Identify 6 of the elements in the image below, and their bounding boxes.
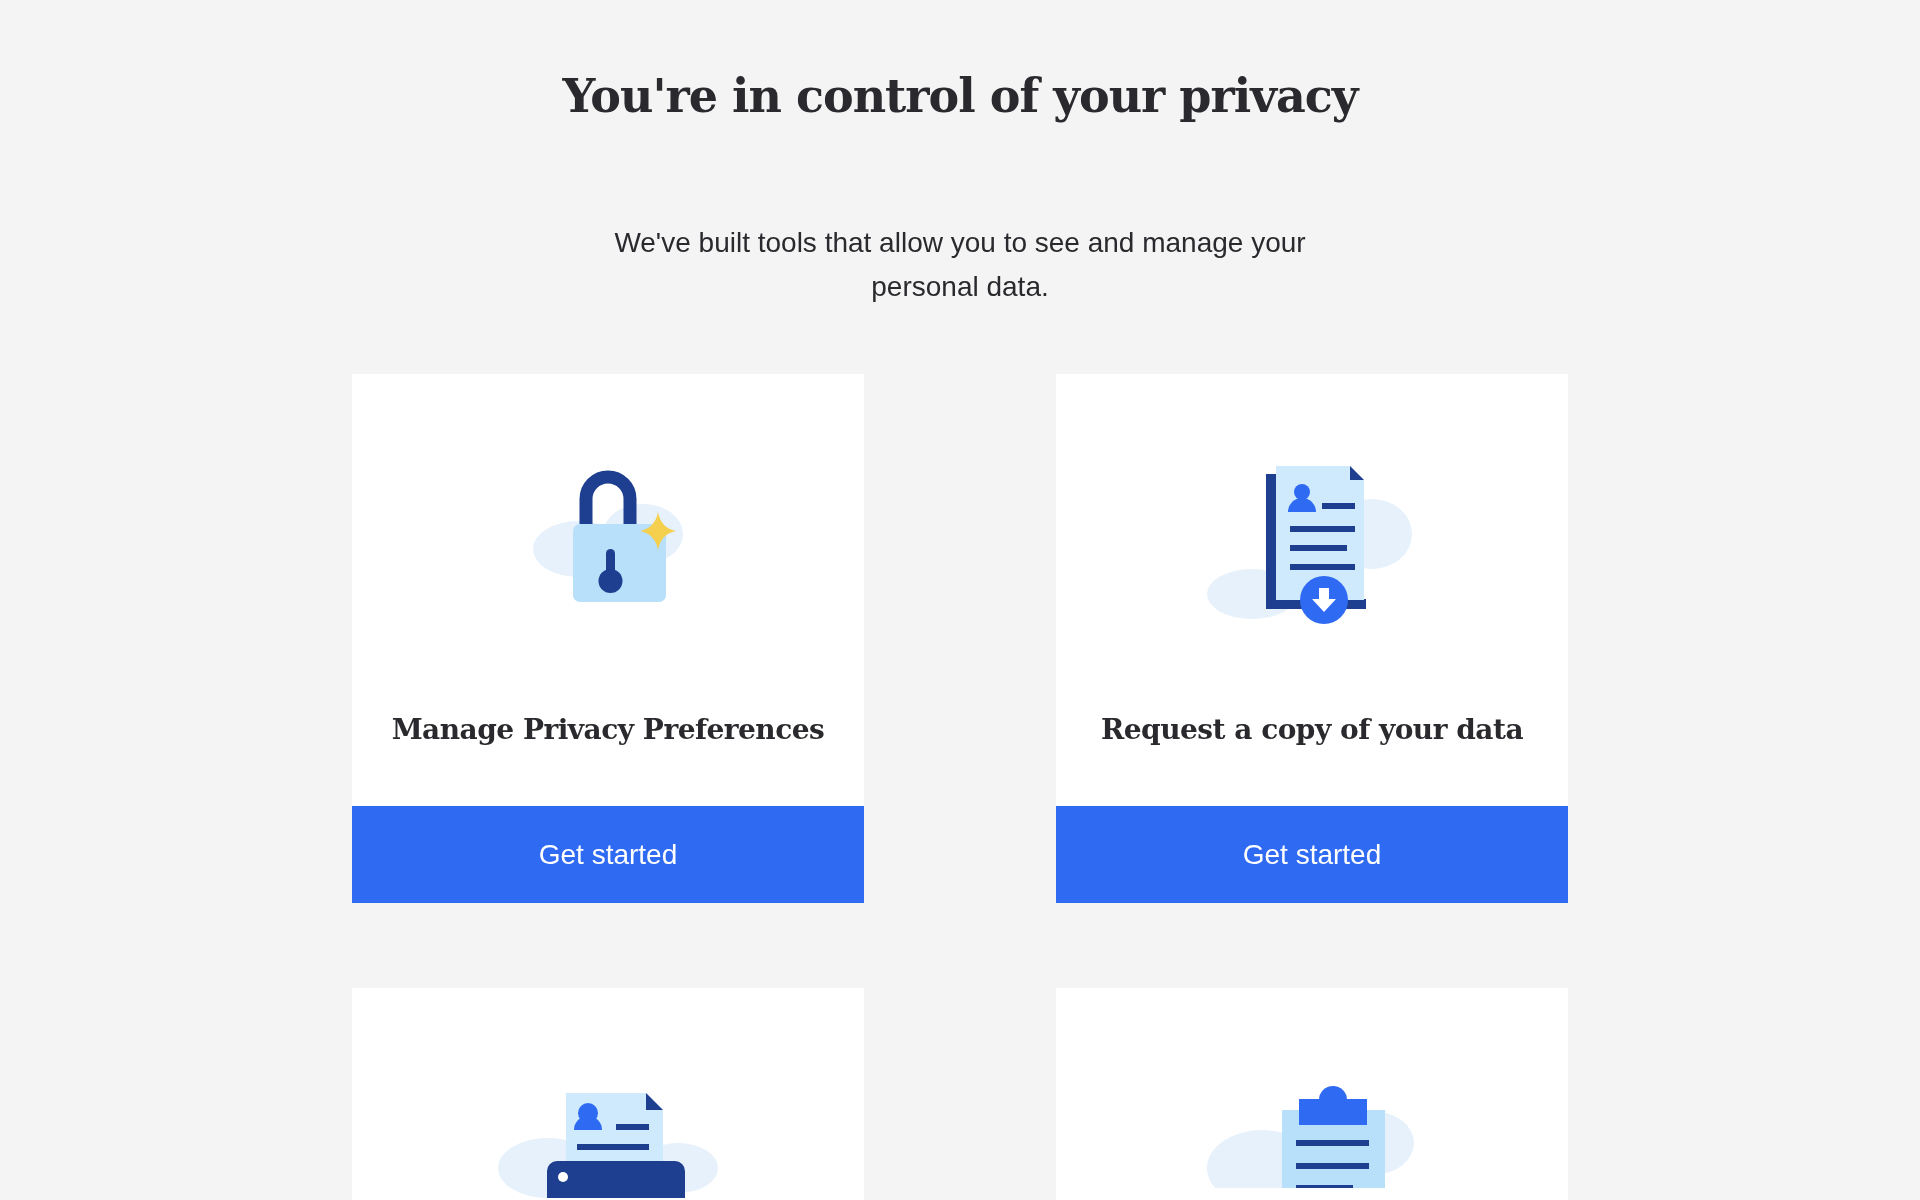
get-started-button[interactable]: Get started (1056, 806, 1568, 903)
card-title: Manage Privacy Preferences (391, 712, 825, 748)
page-heading: You're in control of your privacy (562, 68, 1358, 125)
card-title: Request a copy of your data (1100, 712, 1524, 748)
intro-text: We've built tools that allow you to see and manage your personal data. (613, 226, 1307, 304)
get-started-button[interactable]: Get started (352, 806, 864, 903)
